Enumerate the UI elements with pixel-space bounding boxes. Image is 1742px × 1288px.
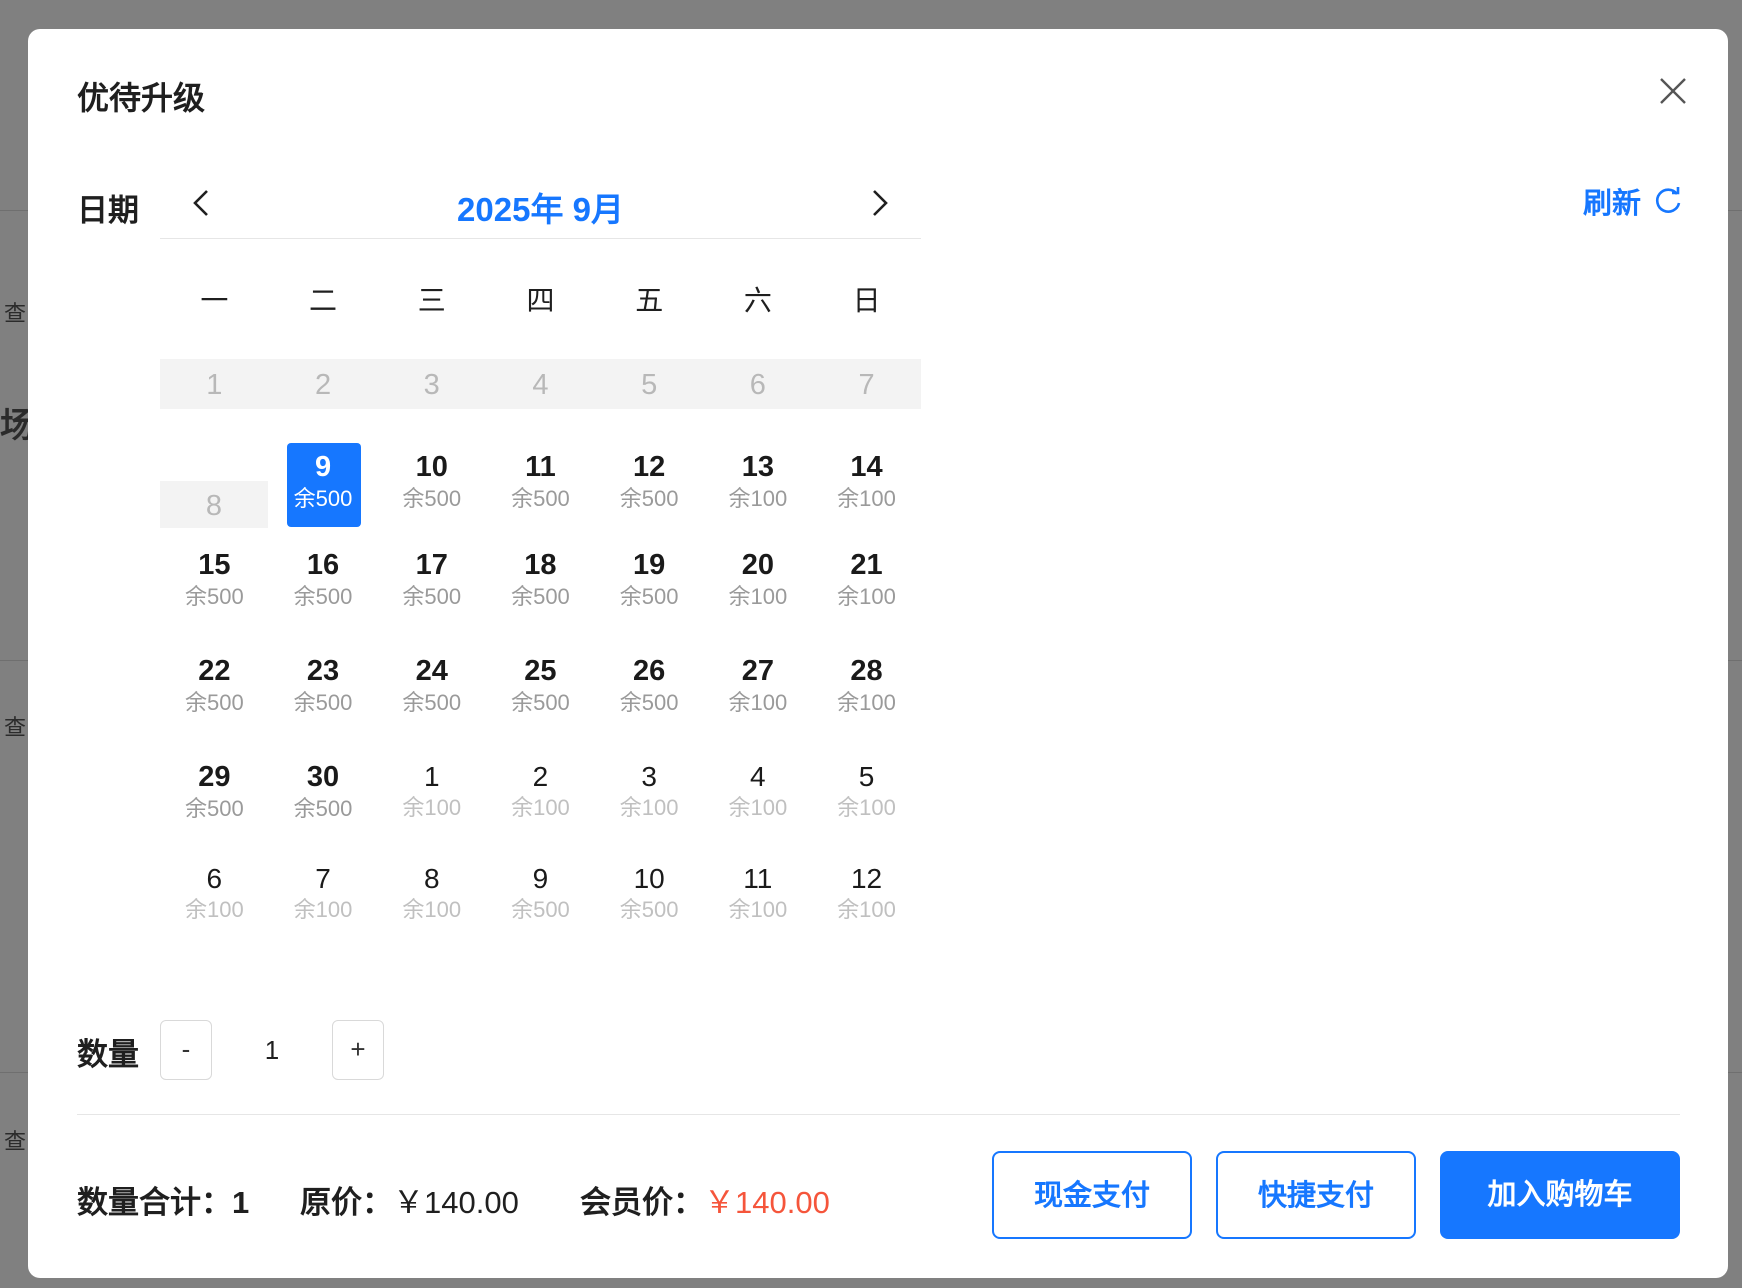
member-price: 会员价：￥140.00: [580, 1177, 830, 1222]
calendar-day-disabled: 1: [206, 369, 223, 401]
calendar-day[interactable]: 23 余500: [269, 649, 378, 755]
month-title: 2025年 9月: [457, 191, 624, 228]
weekday-label: 四: [526, 285, 555, 316]
weekday-label: 二: [309, 285, 338, 316]
calendar-day[interactable]: 19 余500: [595, 543, 704, 649]
calendar-week: 22 余500 23 余500 24 余500 25 余500 26 余500 27 余10…: [160, 649, 921, 755]
calendar-day[interactable]: 28 余100: [812, 649, 921, 755]
weekday-label: 一: [200, 285, 229, 316]
calendar-day-disabled: 4: [532, 369, 549, 401]
calendar-day-next-month[interactable]: 6 余100: [160, 861, 269, 967]
calendar-day-disabled: 3: [423, 369, 440, 401]
weekday-label: 三: [417, 285, 446, 316]
calendar-day-next-month[interactable]: 10 余500: [595, 861, 704, 967]
refresh-label: 刷新: [1583, 188, 1642, 220]
refresh-icon: [1655, 187, 1681, 213]
calendar-day[interactable]: 22 余500: [160, 649, 269, 755]
increase-button[interactable]: +: [332, 1020, 384, 1080]
calendar-day-disabled: 5: [641, 369, 658, 401]
calendar-day-next-month[interactable]: 2 余100: [486, 755, 595, 861]
calendar-day-next-month[interactable]: 5 余100: [812, 755, 921, 861]
quantity-label: 数量: [77, 1037, 139, 1072]
backdrop-text: 查: [4, 1129, 27, 1154]
calendar-day[interactable]: 13 余100: [704, 437, 813, 543]
backdrop-text: 查: [4, 301, 27, 326]
calendar-day-next-month[interactable]: 3 余100: [595, 755, 704, 861]
quick-pay-button[interactable]: 快捷支付: [1216, 1151, 1416, 1239]
calendar-day-next-month[interactable]: 7 余100: [269, 861, 378, 967]
calendar-day-next-month[interactable]: 12 余100: [812, 861, 921, 967]
calendar-day-next-month[interactable]: 9 余500: [486, 861, 595, 967]
calendar-day[interactable]: 27 余100: [704, 649, 813, 755]
calendar-day-next-month[interactable]: 11 余100: [704, 861, 813, 967]
next-month-button[interactable]: [859, 183, 899, 223]
calendar-day[interactable]: 26 余500: [595, 649, 704, 755]
calendar-day[interactable]: 29 余500: [160, 755, 269, 861]
close-button[interactable]: [1651, 69, 1695, 113]
total-quantity-label: 数量合计：: [77, 1185, 232, 1220]
original-price: 原价：￥140.00: [300, 1177, 519, 1222]
calendar-week: 6 余100 7 余100 8 余100 9 余500 10 余500 11 余100 12…: [160, 861, 921, 967]
cash-pay-button[interactable]: 现金支付: [992, 1151, 1192, 1239]
total-quantity-value: 1: [232, 1185, 250, 1220]
weekday-row: 一 二 三 四 五 六 日: [160, 239, 921, 359]
calendar-day[interactable]: 18 余500: [486, 543, 595, 649]
weekday-label: 六: [743, 285, 772, 316]
calendar-day-disabled: 6: [749, 369, 766, 401]
backdrop-text: 查: [4, 715, 27, 740]
upgrade-dialog: 优待升级 日期 刷新 2025年 9月 一 二 三 四 五 六 日 1 2 3 …: [28, 29, 1728, 1278]
weekday-label: 日: [852, 285, 881, 316]
calendar-day[interactable]: 17 余500: [377, 543, 486, 649]
calendar-week: 8 9 余500 10 余500 11 余500 12 余500 13 余100 14 余1…: [160, 437, 921, 543]
footer-divider: [77, 1114, 1680, 1115]
original-price-label: 原价：: [300, 1185, 393, 1220]
calendar-week: 1 2 3 4 5 6 7: [160, 359, 921, 409]
calendar-day[interactable]: 10 余500: [377, 437, 486, 543]
quantity-value[interactable]: 1: [212, 1020, 332, 1080]
calendar-header: 2025年 9月: [160, 177, 921, 239]
calendar-day[interactable]: 11 余500: [486, 437, 595, 543]
calendar-day[interactable]: 14 余100: [812, 437, 921, 543]
close-icon: [1660, 78, 1686, 104]
calendar-week: 29 余500 30 余500 1 余100 2 余100 3 余100 4 余100 5余…: [160, 755, 921, 861]
calendar-day[interactable]: 30 余500: [269, 755, 378, 861]
calendar-day[interactable]: 24 余500: [377, 649, 486, 755]
calendar-day-next-month[interactable]: 8 余100: [377, 861, 486, 967]
original-price-value: ￥140.00: [393, 1185, 519, 1220]
calendar-day[interactable]: 16 余500: [269, 543, 378, 649]
refresh-button[interactable]: 刷新: [1583, 181, 1683, 221]
calendar-day[interactable]: 21 余100: [812, 543, 921, 649]
dialog-title: 优待升级: [77, 80, 206, 116]
decrease-button[interactable]: -: [160, 1020, 212, 1080]
calendar-day-next-month[interactable]: 4 余100: [704, 755, 813, 861]
calendar-day-disabled: 8: [160, 481, 268, 528]
calendar-day[interactable]: 20 余100: [704, 543, 813, 649]
calendar-day-disabled: 7: [858, 369, 875, 401]
weekday-label: 五: [635, 285, 664, 316]
date-label: 日期: [77, 193, 139, 228]
calendar-day-selected[interactable]: 9 余500: [269, 437, 378, 543]
quantity-stepper: - 1 +: [160, 1020, 384, 1080]
calendar: 2025年 9月 一 二 三 四 五 六 日 1 2 3 4 5 6 7 8 9…: [160, 177, 921, 967]
member-price-label: 会员价：: [580, 1185, 704, 1220]
calendar-day[interactable]: 15 余500: [160, 543, 269, 649]
calendar-day-disabled: 2: [314, 369, 332, 401]
calendar-day[interactable]: 12 余500: [595, 437, 704, 543]
calendar-day[interactable]: 25 余500: [486, 649, 595, 755]
member-price-value: ￥140.00: [704, 1185, 830, 1220]
calendar-day-next-month[interactable]: 1 余100: [377, 755, 486, 861]
add-to-cart-button[interactable]: 加入购物车: [1440, 1151, 1680, 1239]
total-quantity: 数量合计：1: [77, 1177, 249, 1222]
chevron-right-icon: [873, 190, 888, 216]
calendar-week: 15 余500 16 余500 17 余500 18 余500 19 余500 20 余10…: [160, 543, 921, 649]
